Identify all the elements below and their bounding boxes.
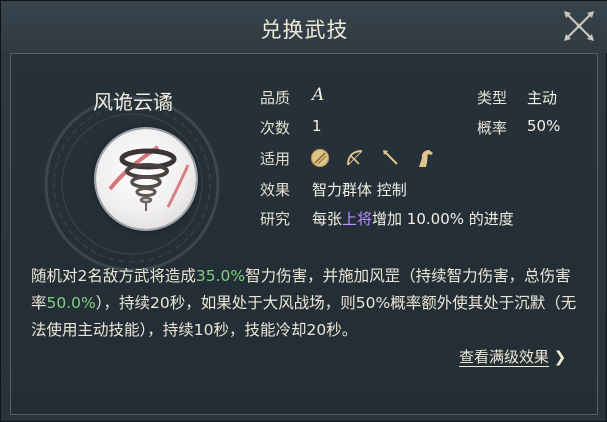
effect-label: 效果 — [260, 181, 291, 199]
close-icon — [564, 11, 594, 41]
research-prefix: 每张 — [312, 210, 343, 228]
type-label: 类型 — [477, 89, 508, 107]
dialog-title: 兑换武技 — [260, 18, 349, 42]
suitable-label: 适用 — [260, 150, 291, 168]
quality-value: A — [312, 85, 325, 105]
rate-label: 概率 — [477, 119, 508, 137]
skill-icon — [96, 129, 196, 229]
description-value-2: 50.0% — [46, 294, 96, 312]
description-text-3: ），持续20秒，如果处于大风战场，则50%概率额外使其处于沉默（无法使用主动技能… — [31, 294, 577, 339]
exchange-skill-dialog: 兑换武技 风诡云谲 品质 A 次数 1 适用 效果 智力群体 控制 研究 每张上… — [0, 0, 607, 422]
quality-label: 品质 — [260, 89, 291, 107]
research-highlight: 上将 — [342, 210, 373, 228]
view-max-label: 查看满级效果 — [459, 348, 550, 367]
research-value: 每张上将增加 10.00% 的进度 — [312, 208, 514, 229]
count-label: 次数 — [260, 119, 291, 137]
horse-icon — [419, 150, 433, 167]
research-suffix: 增加 10.00% 的进度 — [372, 210, 514, 228]
research-label: 研究 — [260, 210, 291, 228]
effect-value: 智力群体 控制 — [312, 181, 407, 199]
view-max-level-link[interactable]: 查看满级效果 ❯ — [459, 346, 566, 367]
description-text-1: 随机对2名敌方武将造成 — [31, 267, 196, 285]
close-button[interactable] — [560, 7, 598, 45]
skill-description: 随机对2名敌方武将造成35.0%智力伤害，并施加风罡（持续智力伤害，总伤害率50… — [31, 263, 586, 344]
bow-icon — [347, 150, 363, 166]
chevron-right-icon: ❯ — [553, 348, 567, 366]
skill-name: 风诡云谲 — [93, 90, 173, 114]
type-value: 主动 — [527, 89, 558, 107]
tornado-icon — [108, 145, 190, 211]
description-value-1: 35.0% — [195, 267, 246, 285]
spear-icon — [383, 150, 398, 165]
shield-icon — [310, 148, 330, 168]
rate-value: 50% — [527, 117, 561, 135]
title-bar: 兑换武技 — [1, 1, 607, 53]
count-value: 1 — [312, 117, 322, 135]
